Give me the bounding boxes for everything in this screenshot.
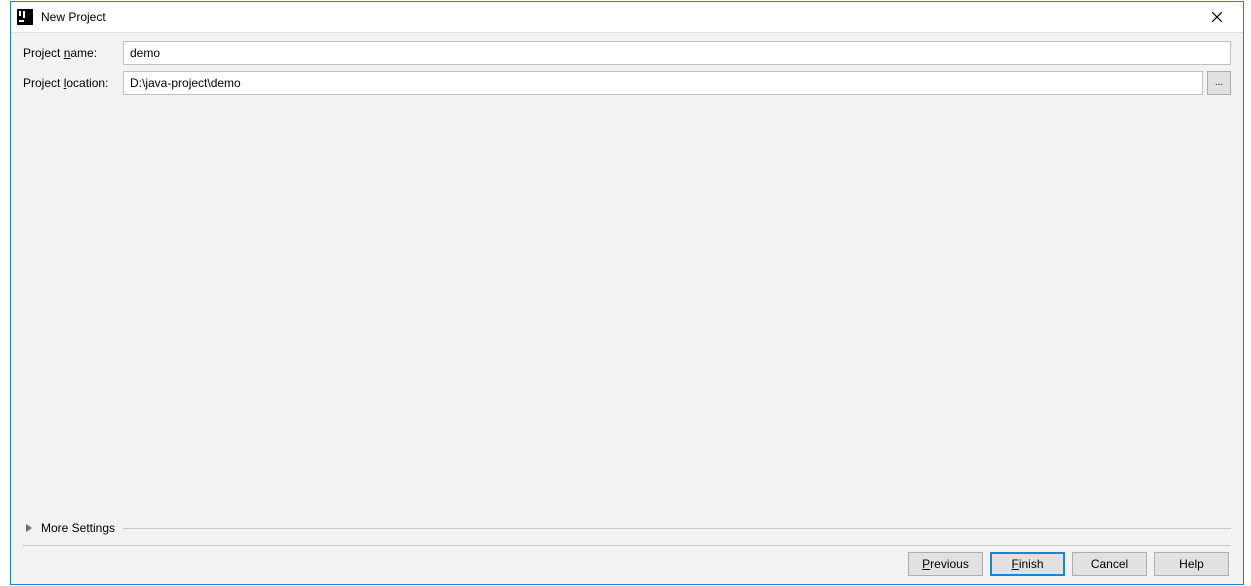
project-location-label: Project location:: [23, 76, 123, 90]
intellij-icon: [17, 9, 33, 25]
button-row: Previous Finish Cancel Help: [23, 552, 1231, 578]
close-button[interactable]: [1195, 2, 1239, 32]
help-button[interactable]: Help: [1154, 552, 1229, 576]
browse-button[interactable]: ...: [1207, 71, 1231, 95]
finish-button[interactable]: Finish: [990, 552, 1065, 576]
chevron-right-icon: [23, 522, 35, 534]
cancel-button[interactable]: Cancel: [1072, 552, 1147, 576]
button-separator: [23, 545, 1231, 546]
close-icon: [1212, 12, 1222, 22]
previous-button[interactable]: Previous: [908, 552, 983, 576]
project-name-label: Project name:: [23, 46, 123, 60]
dialog-title: New Project: [41, 10, 1195, 24]
new-project-dialog: New Project Project name: Project locati…: [10, 1, 1244, 585]
project-location-input[interactable]: [123, 71, 1203, 95]
more-settings-divider: [123, 528, 1231, 529]
project-location-row: Project location: ...: [23, 71, 1231, 95]
more-settings-label: More Settings: [41, 521, 115, 535]
more-settings-toggle[interactable]: More Settings: [23, 517, 1231, 545]
dialog-content: Project name: Project location: ... More…: [11, 33, 1243, 584]
content-spacer: [23, 101, 1231, 517]
project-name-row: Project name:: [23, 41, 1231, 65]
titlebar: New Project: [11, 2, 1243, 33]
project-name-input[interactable]: [123, 41, 1231, 65]
